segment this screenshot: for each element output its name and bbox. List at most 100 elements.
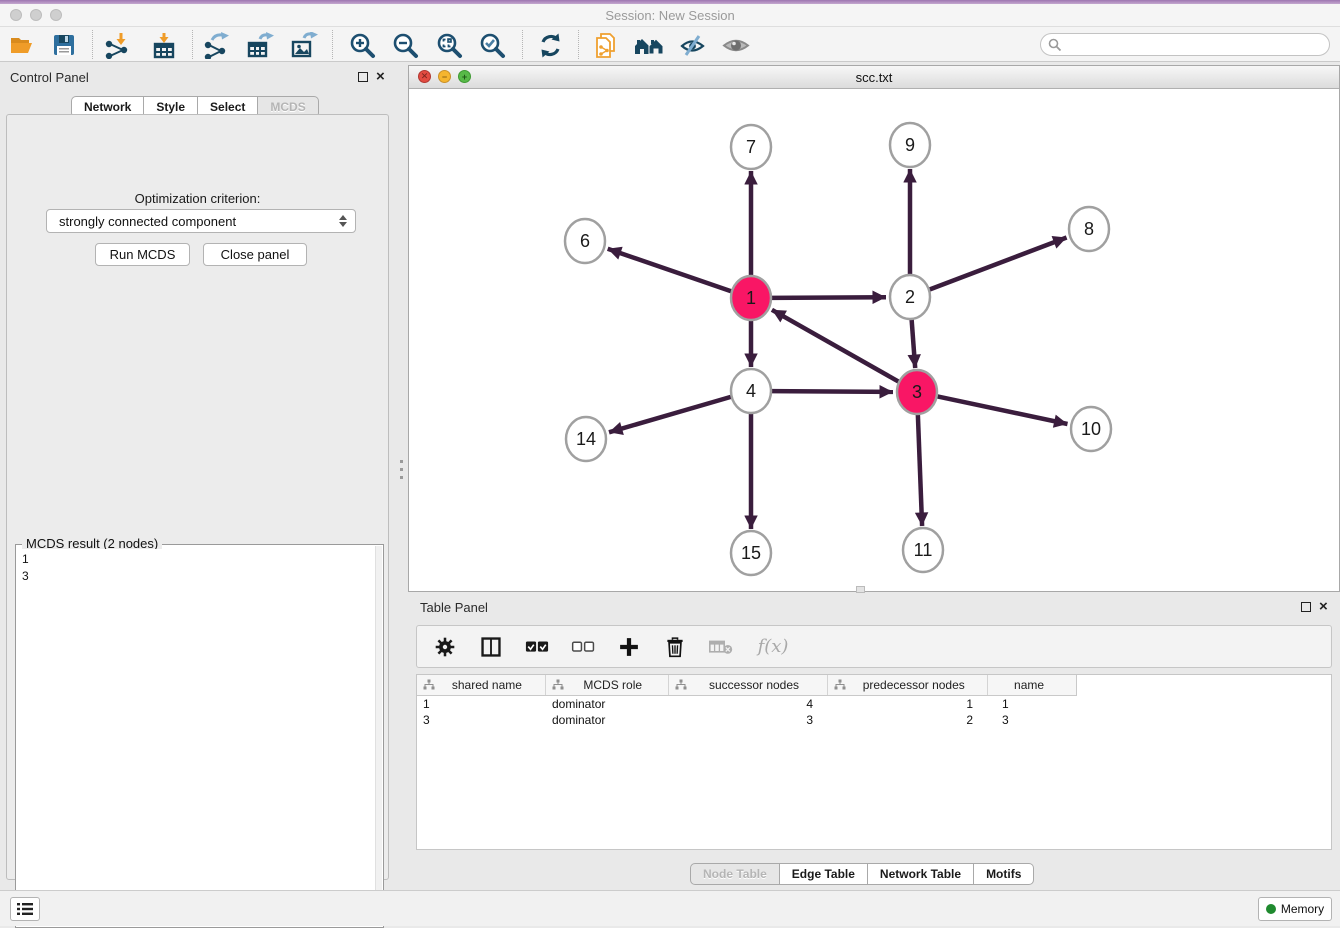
- mcds-result-list[interactable]: 13: [17, 549, 375, 926]
- node-6[interactable]: 6: [565, 219, 605, 263]
- cell-predecessor-nodes[interactable]: 1: [829, 696, 989, 712]
- table-panel-title: Table Panel: [420, 600, 488, 615]
- show-task-history-button[interactable]: [10, 897, 40, 921]
- cell-MCDS-role[interactable]: dominator: [546, 712, 669, 728]
- tab-node-table[interactable]: Node Table: [690, 863, 780, 885]
- import-table-button[interactable]: [150, 31, 178, 59]
- network-file-icon: [592, 32, 619, 59]
- node-10[interactable]: 10: [1071, 407, 1111, 451]
- node-11[interactable]: 11: [903, 528, 943, 572]
- node-8[interactable]: 8: [1069, 207, 1109, 251]
- table-row[interactable]: 3dominator323: [417, 712, 1331, 728]
- tab-motifs[interactable]: Motifs: [974, 863, 1034, 885]
- export-network-button[interactable]: [202, 31, 230, 59]
- cell-predecessor-nodes[interactable]: 2: [829, 712, 989, 728]
- control-panel-close-button[interactable]: ×: [376, 70, 385, 83]
- export-table-button[interactable]: [246, 31, 274, 59]
- control-panel: Control Panel × NetworkStyleSelectMCDS O…: [0, 62, 395, 890]
- control-panel-float-button[interactable]: [358, 72, 368, 82]
- open-session-button[interactable]: [8, 31, 36, 59]
- select-all-button[interactable]: [525, 635, 549, 659]
- edge-1-6[interactable]: [608, 249, 731, 291]
- horizontal-splitter-grip[interactable]: [856, 586, 865, 593]
- node-7[interactable]: 7: [731, 125, 771, 169]
- apply-function-button[interactable]: f(x): [755, 635, 791, 659]
- eye-icon: [722, 32, 750, 59]
- cell-shared-name[interactable]: 1: [417, 696, 546, 712]
- column-header-predecessor-nodes[interactable]: predecessor nodes: [828, 675, 988, 695]
- table-panel-close-button[interactable]: ×: [1319, 600, 1328, 613]
- node-14[interactable]: 14: [566, 417, 606, 461]
- attribute-icon: [423, 679, 435, 691]
- mcds-result-box: MCDS result (2 nodes) 13: [15, 544, 384, 928]
- node-2[interactable]: 2: [890, 275, 930, 319]
- result-scrollbar[interactable]: [375, 546, 382, 926]
- hide-details-button[interactable]: [678, 31, 706, 59]
- columns-icon: [480, 636, 502, 658]
- edge-2-3[interactable]: [912, 318, 916, 368]
- table-panel-float-button[interactable]: [1301, 602, 1311, 612]
- close-panel-button[interactable]: Close panel: [203, 243, 307, 266]
- delete-row-button[interactable]: [663, 635, 687, 659]
- node-label: 15: [741, 543, 761, 563]
- node-label: 6: [580, 231, 590, 251]
- memory-button[interactable]: Memory: [1258, 897, 1332, 921]
- zoom-in-button[interactable]: [348, 31, 376, 59]
- column-header-name[interactable]: name: [988, 675, 1076, 695]
- new-network-from-file-button[interactable]: [591, 31, 619, 59]
- run-mcds-button[interactable]: Run MCDS: [95, 243, 190, 266]
- delete-table-button[interactable]: [709, 635, 733, 659]
- column-header-shared-name[interactable]: shared name: [417, 675, 546, 695]
- node-9[interactable]: 9: [890, 123, 930, 167]
- edge-1-2[interactable]: [772, 297, 886, 298]
- edge-4-3[interactable]: [772, 391, 893, 392]
- zoom-selected-button[interactable]: [478, 31, 506, 59]
- checked-boxes-icon: [525, 640, 549, 654]
- node-4[interactable]: 4: [731, 369, 771, 413]
- cell-name[interactable]: 1: [989, 696, 1077, 712]
- float-icon: [358, 72, 368, 82]
- refresh-layout-button[interactable]: [536, 31, 564, 59]
- import-network-button[interactable]: [102, 31, 130, 59]
- table-settings-button[interactable]: [433, 635, 457, 659]
- edge-3-10[interactable]: [938, 396, 1068, 424]
- deselect-all-button[interactable]: [571, 635, 595, 659]
- cell-successor-nodes[interactable]: 4: [669, 696, 829, 712]
- edge-2-8[interactable]: [930, 238, 1067, 290]
- trash-icon: [665, 636, 685, 658]
- criterion-select[interactable]: strongly connected component: [46, 209, 356, 233]
- export-image-button[interactable]: [290, 31, 318, 59]
- edge-3-1[interactable]: [772, 310, 899, 382]
- node-3[interactable]: 3: [897, 370, 937, 414]
- show-column-button[interactable]: [479, 635, 503, 659]
- export-table-icon: [246, 32, 274, 59]
- tab-edge-table[interactable]: Edge Table: [780, 863, 868, 885]
- node-15[interactable]: 15: [731, 531, 771, 575]
- node-label: 10: [1081, 419, 1101, 439]
- home-button[interactable]: [633, 31, 667, 59]
- column-header-MCDS-role[interactable]: MCDS role: [546, 675, 669, 695]
- export-image-icon: [290, 32, 318, 59]
- zoom-fit-button[interactable]: [435, 31, 463, 59]
- save-session-button[interactable]: [50, 31, 78, 59]
- vertical-splitter[interactable]: [395, 62, 408, 890]
- edge-4-14[interactable]: [609, 397, 731, 432]
- cell-name[interactable]: 3: [989, 712, 1077, 728]
- show-details-button[interactable]: [722, 31, 750, 59]
- splitter-grip-icon: [400, 468, 403, 471]
- cell-MCDS-role[interactable]: dominator: [546, 696, 669, 712]
- network-canvas[interactable]: 7 9 6 8 1 2 4 3 14 10 15 11: [409, 89, 1339, 591]
- cell-shared-name[interactable]: 3: [417, 712, 546, 728]
- table-row[interactable]: 1dominator411: [417, 696, 1331, 712]
- search-field[interactable]: [1040, 33, 1330, 56]
- column-header-successor-nodes[interactable]: successor nodes: [669, 675, 829, 695]
- node-1[interactable]: 1: [731, 276, 771, 320]
- search-input[interactable]: [1062, 38, 1312, 52]
- network-frame-titlebar[interactable]: ✕ − + scc.txt: [409, 66, 1339, 89]
- tab-network-table[interactable]: Network Table: [868, 863, 974, 885]
- cell-successor-nodes[interactable]: 3: [669, 712, 829, 728]
- node-label: 1: [746, 288, 756, 308]
- add-row-button[interactable]: [617, 635, 641, 659]
- zoom-out-button[interactable]: [391, 31, 419, 59]
- edge-3-11[interactable]: [918, 413, 922, 526]
